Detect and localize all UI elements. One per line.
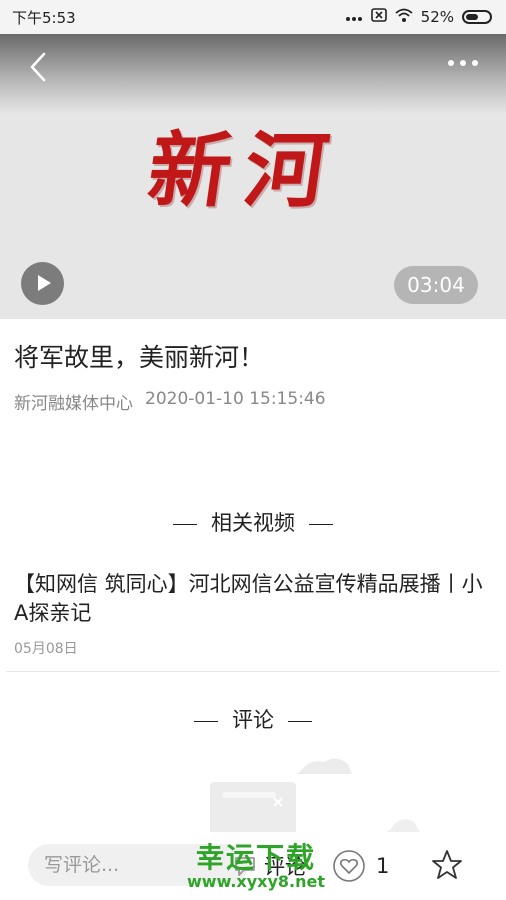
video-duration: 03:04 xyxy=(394,266,478,304)
comment-button[interactable]: 评论 xyxy=(232,846,306,886)
video-logo: 新河 xyxy=(142,104,370,219)
comments-heading-label: 评论 xyxy=(232,708,274,732)
article-datetime: 2020-01-10 15:15:46 xyxy=(145,389,326,409)
related-heading: 相关视频 xyxy=(0,507,506,537)
battery-icon xyxy=(462,10,492,24)
battery-percent: 52% xyxy=(420,8,454,26)
status-icons: 52% xyxy=(345,8,492,26)
more-horizontal-icon xyxy=(448,60,478,66)
article-source: 新河融媒体中心 xyxy=(14,394,133,414)
status-time: 下午5:53 xyxy=(12,8,76,27)
video-top-shade xyxy=(0,34,506,114)
related-video-item[interactable]: 【知网信 筑同心】河北网信公益宣传精品展播丨小A探亲记 05月08日 xyxy=(14,570,484,658)
back-button[interactable] xyxy=(26,50,54,84)
article-meta: 新河融媒体中心 2020-01-10 15:15:46 xyxy=(14,389,326,414)
related-video-title: 【知网信 筑同心】河北网信公益宣传精品展播丨小A探亲记 xyxy=(14,572,483,625)
comment-bubble-icon xyxy=(235,857,255,876)
status-bar: 下午5:53 52% xyxy=(0,0,506,34)
more-options-button[interactable] xyxy=(446,54,480,72)
divider xyxy=(6,671,500,672)
related-video-date: 05月08日 xyxy=(14,641,78,657)
like-count: 1 xyxy=(376,854,390,878)
chevron-left-icon xyxy=(30,52,46,82)
video-logo-text: 新河 xyxy=(142,123,348,219)
bottom-bar: 评论 1 xyxy=(0,832,506,900)
no-sim-icon xyxy=(370,8,387,26)
related-heading-label: 相关视频 xyxy=(211,511,295,535)
heart-icon xyxy=(333,850,365,882)
favorite-button[interactable] xyxy=(430,848,464,882)
wifi-icon xyxy=(395,8,413,26)
comments-heading: 评论 xyxy=(0,704,506,734)
star-icon xyxy=(432,850,462,879)
empty-comments-illustration xyxy=(200,752,440,842)
video-player[interactable]: 新河 03:04 xyxy=(0,34,506,319)
play-button[interactable] xyxy=(21,262,64,305)
comment-button-label: 评论 xyxy=(264,855,306,879)
article-title: 将军故里，美丽新河！ xyxy=(14,343,265,372)
comment-input[interactable] xyxy=(28,844,248,886)
like-button[interactable]: 1 xyxy=(332,846,389,886)
more-dots-icon xyxy=(345,8,363,26)
